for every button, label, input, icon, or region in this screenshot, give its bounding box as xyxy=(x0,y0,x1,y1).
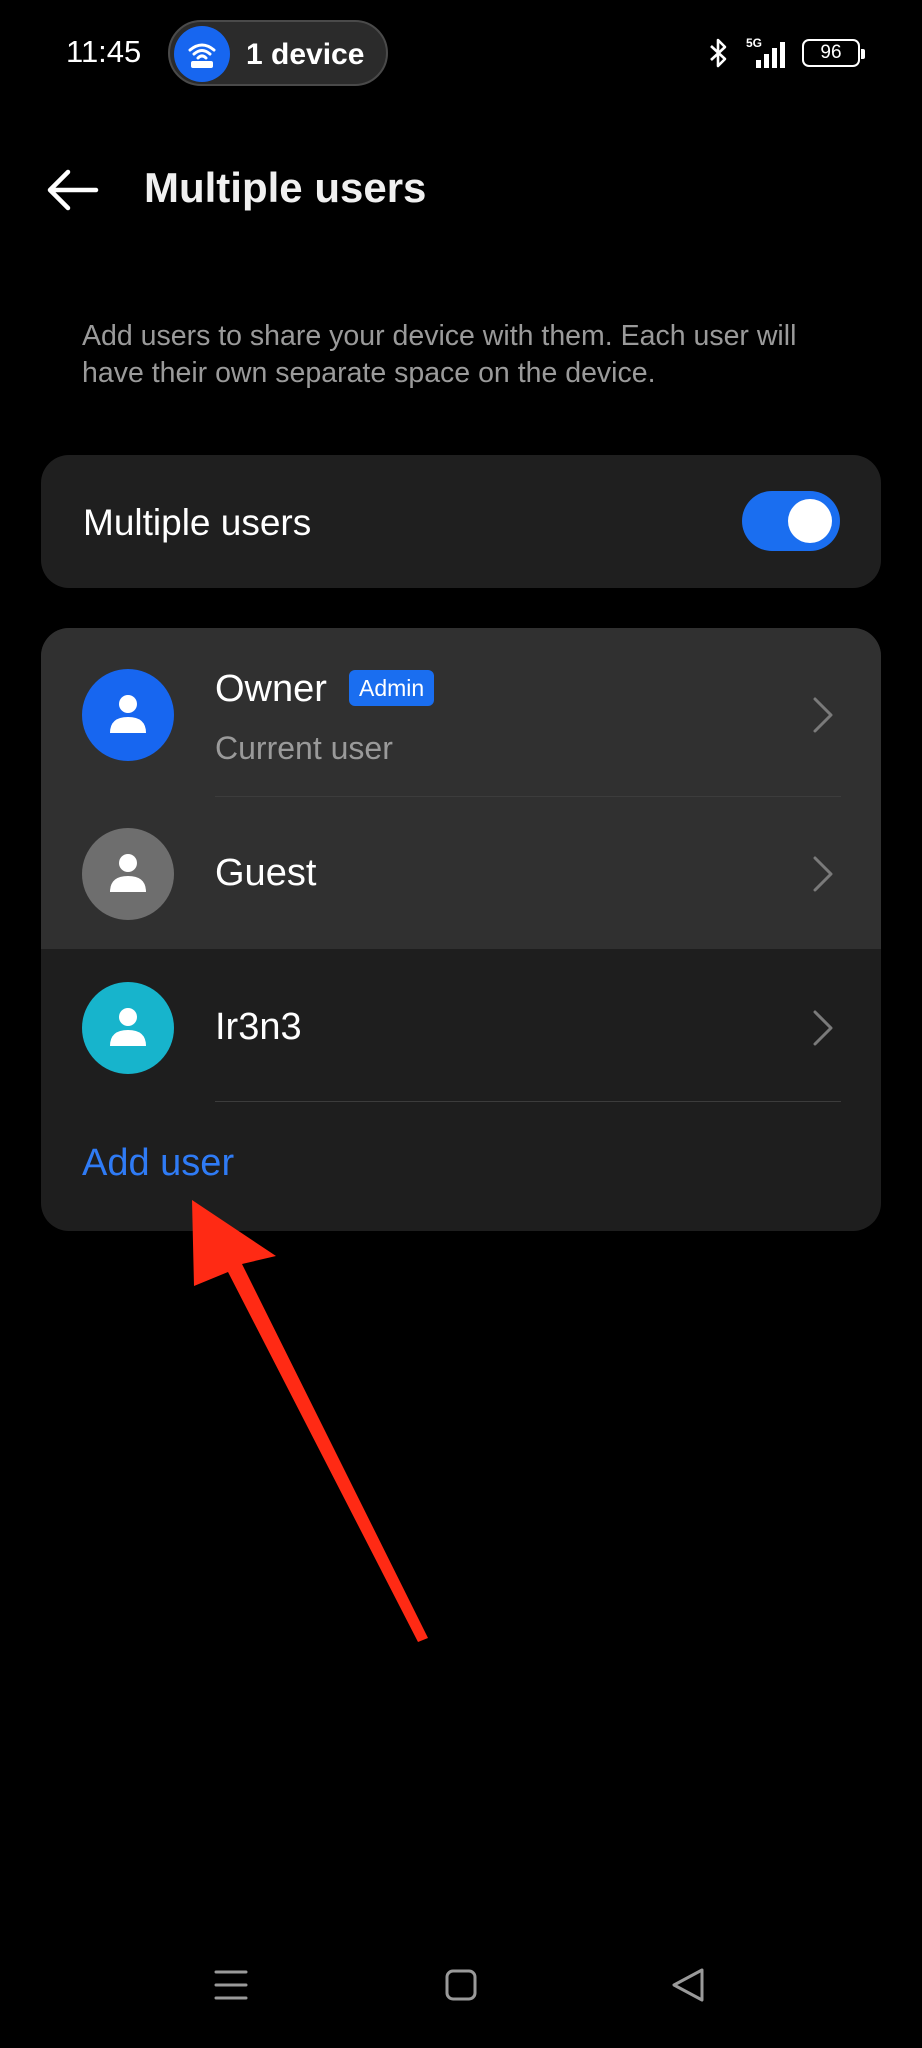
network-type: 5G xyxy=(746,36,762,50)
hotspot-icon xyxy=(174,26,230,82)
battery-level: 96 xyxy=(820,42,842,63)
navigation-bar xyxy=(0,1960,922,2020)
multiple-users-switch[interactable] xyxy=(742,491,840,551)
chevron-right-icon xyxy=(813,856,833,892)
switch-knob xyxy=(788,499,832,543)
divider xyxy=(215,1101,841,1102)
admin-badge: Admin xyxy=(349,670,435,706)
status-bar: 11:45 1 device 5G 96 xyxy=(0,0,922,106)
user-row-owner[interactable]: Owner Admin Current user Guest xyxy=(41,628,881,949)
person-icon xyxy=(110,854,146,892)
description-text: Add users to share your device with them… xyxy=(82,320,797,389)
hotspot-label: 1 device xyxy=(246,38,365,71)
user-name-owner: Owner xyxy=(215,668,327,710)
back-triangle-icon[interactable] xyxy=(664,1960,714,2010)
status-icons: 5G 96 xyxy=(708,36,865,70)
back-button[interactable] xyxy=(42,160,106,220)
avatar-guest xyxy=(82,828,174,920)
user-name-guest: Guest xyxy=(215,852,317,894)
user-name-ir3n3: Ir3n3 xyxy=(215,1006,302,1048)
back-arrow-icon xyxy=(47,169,99,211)
status-time: 11:45 xyxy=(66,34,142,69)
divider xyxy=(215,796,841,797)
home-icon[interactable] xyxy=(436,1960,486,2010)
toggle-label: Multiple users xyxy=(83,502,312,543)
avatar-owner xyxy=(82,669,174,761)
hotspot-pill[interactable]: 1 device xyxy=(168,20,388,86)
current-user-label: Current user xyxy=(215,730,393,766)
chevron-right-icon xyxy=(813,1010,833,1046)
users-list: Owner Admin Current user Guest Ir3n3 Add… xyxy=(41,628,881,1231)
menu-icon[interactable] xyxy=(206,1960,256,2010)
person-icon xyxy=(110,1008,146,1046)
avatar-ir3n3 xyxy=(82,982,174,1074)
bluetooth-icon xyxy=(710,38,727,68)
multiple-users-toggle-row[interactable]: Multiple users xyxy=(41,455,881,588)
signal-icon: 5G xyxy=(746,36,785,68)
page-title: Multiple users xyxy=(144,164,427,211)
chevron-right-icon xyxy=(813,697,833,733)
battery-icon: 96 xyxy=(802,39,865,67)
add-user-button[interactable]: Add user xyxy=(82,1142,234,1185)
user-row-ir3n3[interactable]: Ir3n3 xyxy=(41,951,881,1102)
person-icon xyxy=(110,695,146,733)
annotation-arrow xyxy=(192,1200,428,1642)
